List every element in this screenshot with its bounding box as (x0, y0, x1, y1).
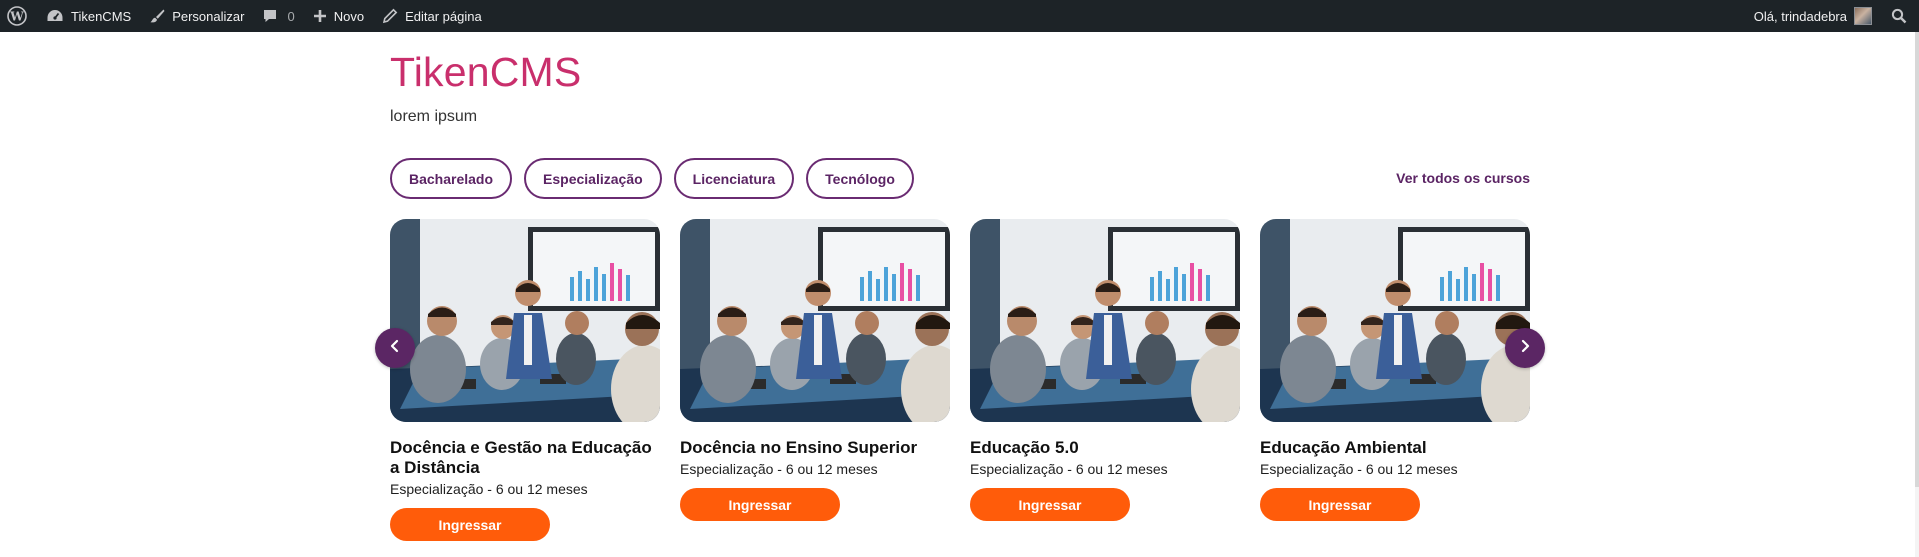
edit-page-menu[interactable]: Editar página (373, 0, 491, 32)
wordpress-menu[interactable]: W (0, 0, 37, 32)
enroll-button[interactable]: Ingressar (680, 488, 840, 521)
comments-count: 0 (287, 8, 295, 24)
comment-icon (262, 8, 278, 24)
course-meta: Especialização - 6 ou 12 meses (390, 481, 588, 497)
paintbrush-icon (149, 8, 165, 24)
search-icon (1891, 8, 1907, 24)
scrollbar-thumb[interactable] (1915, 32, 1919, 487)
plus-icon (313, 9, 327, 23)
chevron-right-icon (1518, 339, 1532, 358)
site-title[interactable]: TikenCMS (390, 48, 581, 96)
carousel-prev-button[interactable] (375, 328, 415, 368)
enroll-button[interactable]: Ingressar (970, 488, 1130, 521)
comments-menu[interactable]: 0 (253, 0, 303, 32)
course-image[interactable] (390, 219, 660, 422)
filter-tecnologo[interactable]: Tecnólogo (806, 158, 914, 199)
course-title[interactable]: Docência no Ensino Superior (680, 438, 950, 458)
course-image[interactable] (970, 219, 1240, 422)
chevron-left-icon (388, 339, 402, 358)
customize-label: Personalizar (172, 8, 245, 24)
site-name-menu[interactable]: TikenCMS (37, 0, 140, 32)
account-menu[interactable]: Olá, trindadebra (1745, 0, 1881, 32)
course-filters: Bacharelado Especialização Licenciatura … (390, 158, 914, 199)
new-label: Novo (333, 8, 365, 24)
course-image[interactable] (680, 219, 950, 422)
course-image[interactable] (1260, 219, 1530, 422)
carousel-next-button[interactable] (1505, 328, 1545, 368)
course-title[interactable]: Educação Ambiental (1260, 438, 1530, 458)
filter-bacharelado[interactable]: Bacharelado (390, 158, 513, 199)
site-name-label: TikenCMS (71, 8, 132, 24)
course-card: Educação Ambiental Especialização - 6 ou… (1260, 219, 1530, 541)
course-title[interactable]: Docência e Gestão na Educação a Distânci… (390, 438, 660, 478)
greeting-label: Olá, trindadebra (1753, 8, 1847, 24)
enroll-button[interactable]: Ingressar (390, 508, 550, 541)
course-card: Docência no Ensino Superior Especializaç… (680, 219, 950, 541)
course-meta: Especialização - 6 ou 12 meses (680, 461, 878, 477)
course-card: Educação 5.0 Especialização - 6 ou 12 me… (970, 219, 1240, 541)
filter-especializacao[interactable]: Especialização (524, 158, 662, 199)
pencil-icon (382, 8, 398, 24)
course-card: Docência e Gestão na Educação a Distânci… (390, 219, 660, 541)
avatar (1854, 7, 1872, 25)
admin-bar: W TikenCMS Personalizar 0 Novo Editar pá… (0, 0, 1919, 32)
admin-bar-right: Olá, trindadebra (1745, 0, 1919, 32)
course-meta: Especialização - 6 ou 12 meses (970, 461, 1168, 477)
wordpress-logo-icon: W (7, 6, 27, 26)
course-meta: Especialização - 6 ou 12 meses (1260, 461, 1458, 477)
customize-menu[interactable]: Personalizar (140, 0, 253, 32)
admin-bar-left: W TikenCMS Personalizar 0 Novo Editar pá… (0, 0, 491, 32)
new-content-menu[interactable]: Novo (304, 0, 373, 32)
course-carousel: Docência e Gestão na Educação a Distânci… (390, 219, 1530, 541)
svg-text:W: W (9, 9, 24, 23)
enroll-button[interactable]: Ingressar (1260, 488, 1420, 521)
site-description: lorem ipsum (390, 108, 478, 125)
course-title[interactable]: Educação 5.0 (970, 438, 1240, 458)
filter-licenciatura[interactable]: Licenciatura (673, 158, 795, 199)
edit-page-label: Editar página (405, 8, 482, 24)
dashboard-icon (46, 8, 64, 24)
admin-search-button[interactable] (1881, 0, 1919, 32)
see-all-courses-link[interactable]: Ver todos os cursos (1395, 170, 1530, 186)
